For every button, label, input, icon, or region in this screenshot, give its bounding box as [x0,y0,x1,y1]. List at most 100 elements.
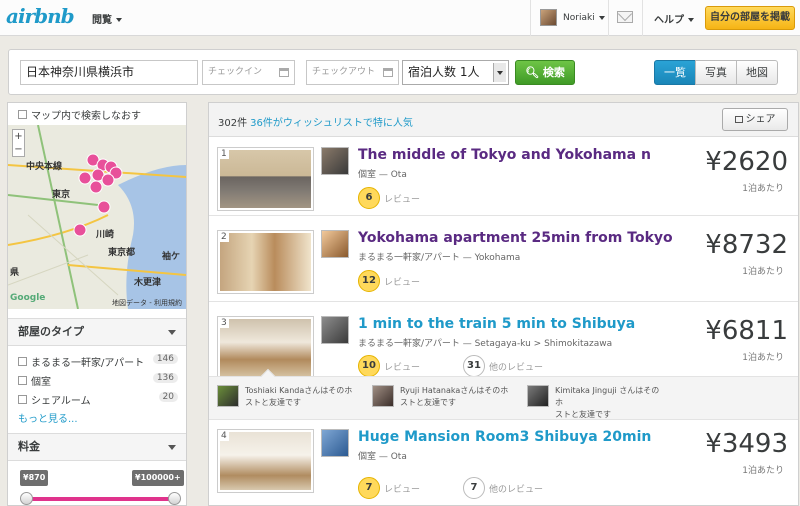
map-search-checkbox[interactable]: マップ内で検索しなおす [18,107,141,122]
host-avatar[interactable] [321,147,349,175]
listing-item[interactable]: 2 Yokohama apartment 25min from Tokyo まる… [209,224,798,302]
help-menu[interactable]: ヘルプ [654,11,694,26]
view-toggle: 一覧 写真 地図 [654,60,778,85]
list-your-space-button[interactable]: 自分の部屋を掲載 [705,6,795,30]
more-link[interactable]: もっと見る... [18,410,78,425]
listing-image [220,150,311,208]
map-label: 東京都 [108,248,136,258]
price-slider-max-handle[interactable] [168,492,181,505]
map-label: 川崎 [96,230,115,240]
avatar [540,9,557,26]
tab-list[interactable]: 一覧 [654,60,696,85]
listing-title[interactable]: The middle of Tokyo and Yokohama n [358,147,651,163]
friend-line: ストと友達です [245,398,301,407]
calendar-icon [383,68,393,77]
price-slider-min-handle[interactable] [20,492,33,505]
other-review-badge[interactable]: 7 他のレビュー [463,477,543,499]
listing-image [220,319,311,377]
friend-line: ストと友達です [555,410,611,419]
listing-item[interactable]: 3 1 min to the train 5 min to Shibuya まる… [209,310,798,380]
tab-map[interactable]: 地図 [736,60,778,85]
review-badge[interactable]: 10 レビュー [358,355,420,377]
search-button[interactable]: 🔍︎ 検索 [515,60,575,85]
listing-index: 1 [219,149,229,159]
review-label: レビュー [384,277,421,288]
price-slider-track[interactable] [24,497,176,501]
listing-image [220,233,311,291]
room-type-option[interactable]: まるまる一軒家/アパート 146 [18,353,178,369]
other-review-count: 31 [463,355,485,377]
map[interactable]: + − 中央本線 東京 川崎 東京都 木更津 県 袖ケ Google 地図データ … [8,125,186,309]
tab-photos[interactable]: 写真 [695,60,737,85]
room-type-header[interactable]: 部屋のタイプ [8,318,186,346]
friends-strip: Toshiaki Kandaさんはそのホ ストと友達です Ryuji Hatana… [209,368,798,421]
mail-icon[interactable] [617,11,633,23]
review-label: レビュー [384,194,421,205]
listing-price: ¥3493 [705,429,788,459]
listing-index: 4 [219,431,229,441]
listing-title[interactable]: Huge Mansion Room3 Shibuya 20min [358,429,651,445]
per-night-label: 1泊あたり [742,353,784,363]
listing-index: 3 [219,318,229,328]
review-label: レビュー [384,362,421,373]
map-attribution[interactable]: 地図データ - 利用規約 [112,298,182,308]
guests-select[interactable]: 宿泊人数 1人 [402,60,509,85]
room-type-option[interactable]: シェアルーム 20 [18,391,178,407]
checkbox-icon [18,375,27,385]
chevron-down-icon [598,15,605,20]
user-menu[interactable]: Noriaki [540,9,605,26]
map-label: 県 [10,268,20,278]
airbnb-logo[interactable]: airbnb [6,4,75,28]
listing-subtitle: 個室 — Ota [358,452,407,462]
checkout-input[interactable]: チェックアウト [306,60,399,85]
listing-photo[interactable] [217,429,314,493]
review-badge[interactable]: 7 レビュー [358,477,420,499]
friend-line: Toshiaki Kandaさんはそのホ [245,386,353,395]
room-type-count: 146 [152,354,178,364]
review-count: 10 [358,355,380,377]
review-badge[interactable]: 12 レビュー [358,270,420,292]
per-night-label: 1泊あたり [742,466,784,476]
listing-title[interactable]: 1 min to the train 5 min to Shibuya [358,316,635,332]
results-count-value: 302件 [218,118,248,129]
listing-price: ¥8732 [705,230,788,260]
friend-connection[interactable]: Kimitaka Jinguji さんはそのホ ストと友達です [527,385,667,421]
map-search-label: マップ内で検索しなおす [31,111,141,122]
listing-image [220,432,311,490]
friend-connection[interactable]: Ryuji Hatanakaさんはそのホ ストと友達です [372,385,512,409]
chevron-down-icon [688,18,694,22]
checkin-placeholder: チェックイン [208,67,263,77]
friend-avatar [527,385,549,407]
calendar-icon [279,68,289,77]
per-night-label: 1泊あたり [742,184,784,194]
room-type-label: シェアルーム [31,395,91,407]
room-type-option[interactable]: 個室 136 [18,372,178,388]
results-count: 302件 36件がウィッシュリストで特に人気 [218,114,413,129]
listing-item[interactable]: 4 Huge Mansion Room3 Shibuya 20min 個室 — … [209,423,798,505]
price-header[interactable]: 料金 [8,433,186,461]
other-review-badge[interactable]: 31 他のレビュー [463,355,543,377]
listing-item[interactable]: 1 The middle of Tokyo and Yokohama n 個室 … [209,141,798,216]
wishlist-link[interactable]: 36件がウィッシュリストで特に人気 [250,118,413,129]
share-button[interactable]: シェア [722,108,788,131]
location-input[interactable]: 日本神奈川県横浜市 [20,60,198,85]
user-name: Noriaki [563,12,595,23]
host-avatar[interactable] [321,429,349,457]
zoom-control[interactable]: + − [12,129,25,157]
host-avatar[interactable] [321,230,349,258]
listing-photo[interactable] [217,147,314,211]
browse-menu[interactable]: 閲覧 [92,11,122,26]
room-type-title: 部屋のタイプ [18,325,84,338]
friend-connection[interactable]: Toshiaki Kandaさんはそのホ ストと友達です [217,385,357,409]
listing-photo[interactable] [217,230,314,294]
map-label: 木更津 [134,278,162,288]
friend-text: Kimitaka Jinguji さんはそのホ ストと友達です [555,385,667,421]
other-review-label: 他のレビュー [489,484,544,495]
review-count: 6 [358,187,380,209]
checkin-input[interactable]: チェックイン [202,60,295,85]
filter-sidebar: マップ内で検索しなおす + − 中央本線 東京 川崎 東京都 木更津 県 袖ケ … [7,102,187,506]
header-divider [642,0,643,36]
listing-title[interactable]: Yokohama apartment 25min from Tokyo [358,230,673,246]
review-badge[interactable]: 6 レビュー [358,187,420,209]
host-avatar[interactable] [321,316,349,344]
